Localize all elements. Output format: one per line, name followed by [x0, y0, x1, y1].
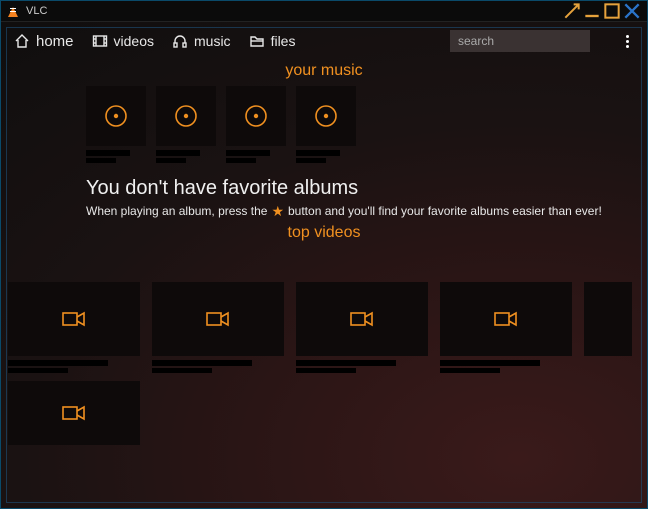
video-item[interactable]: [296, 282, 428, 373]
minimize-button[interactable]: [582, 3, 602, 19]
titlebar: VLC: [0, 0, 648, 22]
disc-icon: [296, 86, 356, 146]
camera-icon: [584, 282, 632, 356]
camera-icon: [8, 381, 140, 445]
fav-sub-after: button and you'll find your favorite alb…: [288, 204, 602, 218]
album-sub-placeholder: [156, 158, 186, 163]
search-input[interactable]: [450, 30, 590, 52]
nav-videos-label: videos: [114, 33, 154, 49]
nav-music-label: music: [194, 33, 231, 49]
album-item[interactable]: [226, 86, 286, 163]
disc-icon: [156, 86, 216, 146]
video-sub-placeholder: [8, 368, 68, 373]
video-sub-placeholder: [440, 368, 500, 373]
album-title-placeholder: [156, 150, 200, 156]
album-sub-placeholder: [86, 158, 116, 163]
favorites-empty-sub: When playing an album, press the ★ butto…: [86, 204, 640, 218]
music-row: [86, 86, 640, 163]
maximize-button[interactable]: [602, 3, 622, 19]
video-item[interactable]: [152, 282, 284, 373]
content-area: your music: [8, 60, 640, 501]
home-icon: [14, 33, 30, 49]
video-sub-placeholder: [296, 368, 356, 373]
album-title-placeholder: [296, 150, 340, 156]
overflow-menu-button[interactable]: [620, 35, 634, 48]
video-item[interactable]: [8, 381, 140, 445]
restore-diag-icon[interactable]: [562, 3, 582, 19]
album-sub-placeholder: [226, 158, 256, 163]
star-icon: ★: [271, 204, 284, 218]
camera-icon: [296, 282, 428, 356]
camera-icon: [152, 282, 284, 356]
album-item[interactable]: [156, 86, 216, 163]
nav-home-label: home: [36, 33, 74, 50]
vlc-cone-icon: [6, 4, 20, 18]
camera-icon: [8, 282, 140, 356]
section-top-videos: top videos: [8, 224, 640, 242]
nav-videos[interactable]: videos: [92, 33, 154, 49]
album-title-placeholder: [86, 150, 130, 156]
nav-music[interactable]: music: [172, 33, 231, 49]
album-sub-placeholder: [296, 158, 326, 163]
video-title-placeholder: [8, 360, 108, 366]
section-your-music: your music: [8, 62, 640, 80]
album-item[interactable]: [86, 86, 146, 163]
nav-files[interactable]: files: [249, 33, 296, 49]
nav-home[interactable]: home: [14, 33, 74, 50]
nav-files-label: files: [271, 33, 296, 49]
favorites-empty-heading: You don't have favorite albums: [86, 177, 640, 200]
video-title-placeholder: [440, 360, 540, 366]
window-title: VLC: [26, 5, 47, 17]
video-item[interactable]: [584, 282, 632, 373]
headphones-icon: [172, 33, 188, 49]
video-row: [8, 282, 640, 373]
close-button[interactable]: [622, 3, 642, 19]
video-item[interactable]: [8, 282, 140, 373]
video-item[interactable]: [440, 282, 572, 373]
album-title-placeholder: [226, 150, 270, 156]
disc-icon: [226, 86, 286, 146]
fav-sub-before: When playing an album, press the: [86, 204, 267, 218]
navbar: home videos music files: [0, 22, 648, 60]
video-title-placeholder: [296, 360, 396, 366]
folder-icon: [249, 33, 265, 49]
video-sub-placeholder: [152, 368, 212, 373]
album-item[interactable]: [296, 86, 356, 163]
disc-icon: [86, 86, 146, 146]
video-title-placeholder: [152, 360, 252, 366]
camera-icon: [440, 282, 572, 356]
video-row: [8, 381, 640, 445]
film-icon: [92, 33, 108, 49]
